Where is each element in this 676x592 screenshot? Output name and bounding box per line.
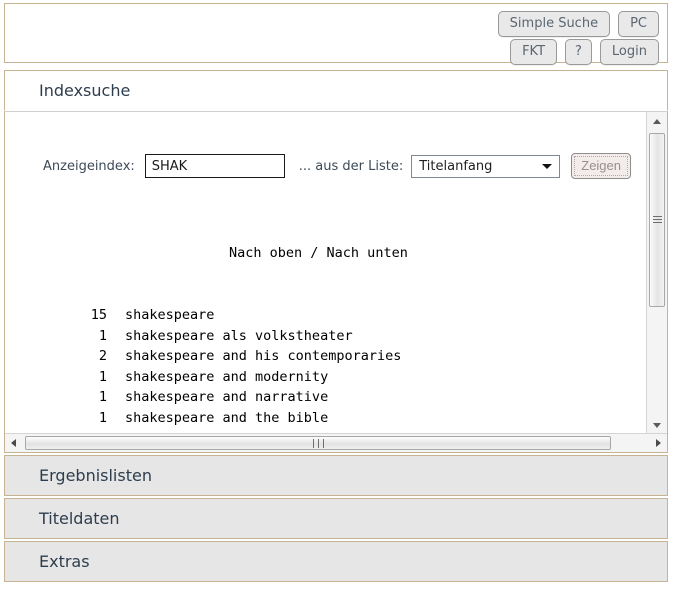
index-row-term[interactable]: shakespeare and the bible bbox=[125, 410, 328, 426]
index-row-count: 1 bbox=[98, 389, 107, 406]
accordion-title-extras: Extras bbox=[39, 552, 90, 571]
accordion-header-extras[interactable]: Extras bbox=[4, 541, 668, 582]
scroll-down-arrow-icon[interactable] bbox=[647, 417, 667, 434]
top-toolbar-panel: Simple Suche PC FKT ? Login bbox=[4, 3, 668, 65]
index-row[interactable]: 1 shakespeare and the bible bbox=[5, 408, 646, 429]
fkt-button[interactable]: FKT bbox=[510, 39, 558, 65]
nav-separator: / bbox=[302, 245, 327, 262]
scroll-up-arrow-icon[interactable] bbox=[647, 112, 667, 129]
accordion-header-titeldaten[interactable]: Titeldaten bbox=[4, 498, 668, 539]
index-row-term[interactable]: shakespeare and his contemporaries bbox=[125, 348, 401, 364]
index-nav-links: Nach oben / Nach unten bbox=[5, 243, 646, 264]
scroll-left-arrow-icon[interactable] bbox=[5, 434, 23, 452]
index-row[interactable]: 1 shakespeare and modernity bbox=[5, 367, 646, 388]
index-result-list: Nach oben / Nach unten 15 shakespeare 1 sha… bbox=[5, 202, 646, 434]
accordion-header-ergebnislisten[interactable]: Ergebnislisten bbox=[4, 455, 668, 496]
nach-oben-link[interactable]: Nach oben bbox=[229, 245, 302, 261]
index-rows-host: 15 shakespeare 1 shakespeare als volkstheat… bbox=[5, 305, 646, 434]
simple-suche-button[interactable]: Simple Suche bbox=[497, 11, 611, 37]
index-row-count: 1 bbox=[98, 368, 107, 385]
accordion: Indexsuche Anzeigeindex: ... aus der Lis… bbox=[4, 70, 668, 584]
index-row-count: 1 bbox=[98, 409, 107, 426]
index-row[interactable]: 2 shakespeare and his contemporaries bbox=[5, 346, 646, 367]
index-row-term[interactable]: shakespeare bbox=[125, 307, 214, 323]
indexsuche-pane-inner: Anzeigeindex: ... aus der Liste: Titelan… bbox=[5, 112, 646, 434]
index-row[interactable]: 1 shakespeare als volkstheater bbox=[5, 326, 646, 347]
anzeigeindex-label: Anzeigeindex: bbox=[43, 158, 135, 174]
liste-select[interactable]: Titelanfang bbox=[411, 154, 561, 178]
help-button[interactable]: ? bbox=[565, 39, 592, 65]
index-search-form: Anzeigeindex: ... aus der Liste: Titelan… bbox=[43, 153, 631, 179]
vertical-scrollbar[interactable] bbox=[646, 112, 667, 434]
pc-button[interactable]: PC bbox=[618, 11, 659, 37]
index-row-count: 15 bbox=[90, 306, 107, 323]
aus-der-liste-label: ... aus der Liste: bbox=[298, 158, 404, 174]
horizontal-scrollbar[interactable] bbox=[5, 433, 667, 452]
index-row-term[interactable]: shakespeare and narrative bbox=[125, 389, 328, 405]
index-row-term[interactable]: shakespeare als volkstheater bbox=[125, 328, 353, 344]
login-button[interactable]: Login bbox=[599, 39, 659, 65]
horizontal-scrollbar-thumb[interactable] bbox=[25, 436, 611, 450]
toolbar-row-primary: Simple Suche PC bbox=[497, 11, 659, 37]
nach-unten-link[interactable]: Nach unten bbox=[327, 245, 408, 261]
scroll-right-arrow-icon[interactable] bbox=[649, 434, 667, 452]
index-row-count: 1 bbox=[98, 327, 107, 344]
zeigen-button[interactable]: Zeigen bbox=[571, 153, 631, 179]
toolbar-row-secondary: FKT ? Login bbox=[510, 39, 659, 65]
index-row-count: 2 bbox=[98, 348, 107, 365]
index-row-term[interactable]: shakespeare and modernity bbox=[125, 369, 328, 385]
scrollbar-grip-icon-horizontal bbox=[313, 439, 324, 448]
index-row[interactable]: 15 shakespeare bbox=[5, 305, 646, 326]
accordion-title-ergebnislisten: Ergebnislisten bbox=[39, 466, 152, 485]
accordion-title-indexsuche: Indexsuche bbox=[39, 81, 131, 100]
index-row[interactable]: 1 shakespeare and narrative bbox=[5, 387, 646, 408]
accordion-title-titeldaten: Titeldaten bbox=[39, 509, 120, 528]
vertical-scrollbar-thumb[interactable] bbox=[649, 133, 665, 307]
chevron-down-icon bbox=[542, 164, 553, 169]
anzeigeindex-input[interactable] bbox=[144, 154, 285, 178]
liste-select-value: Titelanfang bbox=[419, 158, 493, 174]
indexsuche-panel: Anzeigeindex: ... aus der Liste: Titelan… bbox=[4, 111, 668, 453]
accordion-header-indexsuche[interactable]: Indexsuche bbox=[4, 70, 668, 111]
scrollbar-grip-icon bbox=[653, 216, 662, 225]
